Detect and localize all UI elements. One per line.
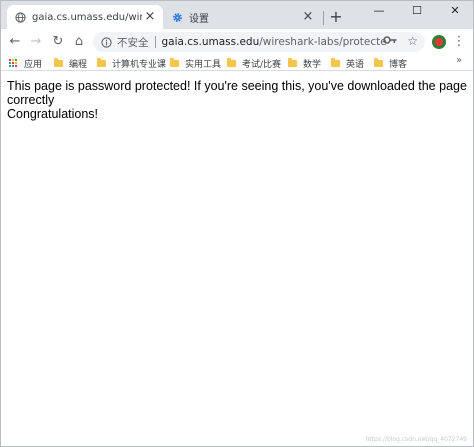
extension-icon[interactable] <box>432 35 446 49</box>
bookmark-folder-math[interactable]: 数学 <box>288 56 321 70</box>
bookmark-folder-tools[interactable]: 实用工具 <box>170 56 221 70</box>
url-text[interactable]: gaia.cs.umass.edu/wireshark-labs/protect… <box>162 36 387 48</box>
folder-icon <box>97 57 106 67</box>
close-tab-icon[interactable]: × <box>143 10 157 24</box>
globe-icon <box>15 11 26 23</box>
folder-icon <box>288 57 297 67</box>
minimize-button[interactable]: — <box>361 1 397 23</box>
tab-settings[interactable]: 设置 × <box>165 5 321 29</box>
bookmarks-bar: 应用 编程 计算机专业课 实用工具 考试/比赛 数学 英语 博客 » <box>1 55 473 71</box>
watermark: https://blog.csdn.net/qq_4072749 <box>365 436 467 443</box>
bookmark-folder-exams[interactable]: 考试/比赛 <box>227 56 281 70</box>
info-icon[interactable] <box>101 36 112 48</box>
bookmark-label: 英语 <box>346 59 365 70</box>
new-tab-button[interactable]: + <box>327 8 345 26</box>
reload-button[interactable]: ↻ <box>48 32 68 52</box>
back-button[interactable]: ← <box>5 32 25 52</box>
bookmark-label: 数学 <box>303 59 322 70</box>
page-message: This page is password protected! If you'… <box>7 79 467 107</box>
folder-icon <box>374 57 383 67</box>
tab-title: 设置 <box>189 13 209 25</box>
gear-icon <box>173 12 182 22</box>
apps-icon <box>9 58 18 68</box>
address-bar[interactable]: 不安全 gaia.cs.umass.edu/wireshark-labs/pro… <box>93 32 425 52</box>
bookmark-folder-blog[interactable]: 博客 <box>374 56 407 70</box>
maximize-button[interactable]: ☐ <box>399 1 435 23</box>
tab-separator <box>323 11 324 25</box>
key-icon[interactable] <box>383 35 397 45</box>
close-tab-icon[interactable]: × <box>301 10 315 24</box>
page-content: This page is password protected! If you'… <box>7 79 467 121</box>
bookmark-label: 应用 <box>24 59 43 70</box>
tab-strip: gaia.cs.umass.edu/wireshark-l × 设置 × + —… <box>1 1 473 29</box>
bookmark-apps[interactable]: 应用 <box>9 56 42 70</box>
address-divider <box>154 36 156 48</box>
bookmark-folder-programming[interactable]: 编程 <box>54 56 87 70</box>
toolbar: ← → ↻ ⌂ 不安全 gaia.cs.umass.edu/wireshark-… <box>1 29 473 55</box>
folder-icon <box>170 57 179 67</box>
bookmark-folder-cs-courses[interactable]: 计算机专业课 <box>97 56 166 70</box>
url-path: /wireshark-labs/protected_pag... <box>259 36 387 48</box>
bookmarks-overflow-button[interactable]: » <box>456 55 462 66</box>
bookmark-label: 博客 <box>389 59 408 70</box>
menu-button[interactable]: ⋮ <box>452 32 466 52</box>
forward-button[interactable]: → <box>26 32 46 52</box>
bookmark-label: 计算机专业课 <box>112 59 167 70</box>
page-congratulations: Congratulations! <box>7 107 99 121</box>
folder-icon <box>331 57 340 67</box>
browser-window: gaia.cs.umass.edu/wireshark-l × 设置 × + —… <box>0 0 474 447</box>
bookmark-star-icon[interactable]: ☆ <box>407 34 418 48</box>
home-button[interactable]: ⌂ <box>69 32 89 52</box>
bookmark-label: 实用工具 <box>185 59 222 70</box>
bookmark-label: 考试/比赛 <box>242 59 282 70</box>
folder-icon <box>227 57 236 67</box>
bookmark-folder-english[interactable]: 英语 <box>331 56 364 70</box>
url-host: gaia.cs.umass.edu <box>161 36 260 48</box>
security-label[interactable]: 不安全 <box>117 35 149 50</box>
close-window-button[interactable]: ✕ <box>437 1 473 23</box>
tab-wireshark[interactable]: gaia.cs.umass.edu/wireshark-l × <box>7 5 163 29</box>
bookmark-label: 编程 <box>69 59 88 70</box>
folder-icon <box>54 57 63 67</box>
tab-title: gaia.cs.umass.edu/wireshark-l <box>32 11 142 23</box>
